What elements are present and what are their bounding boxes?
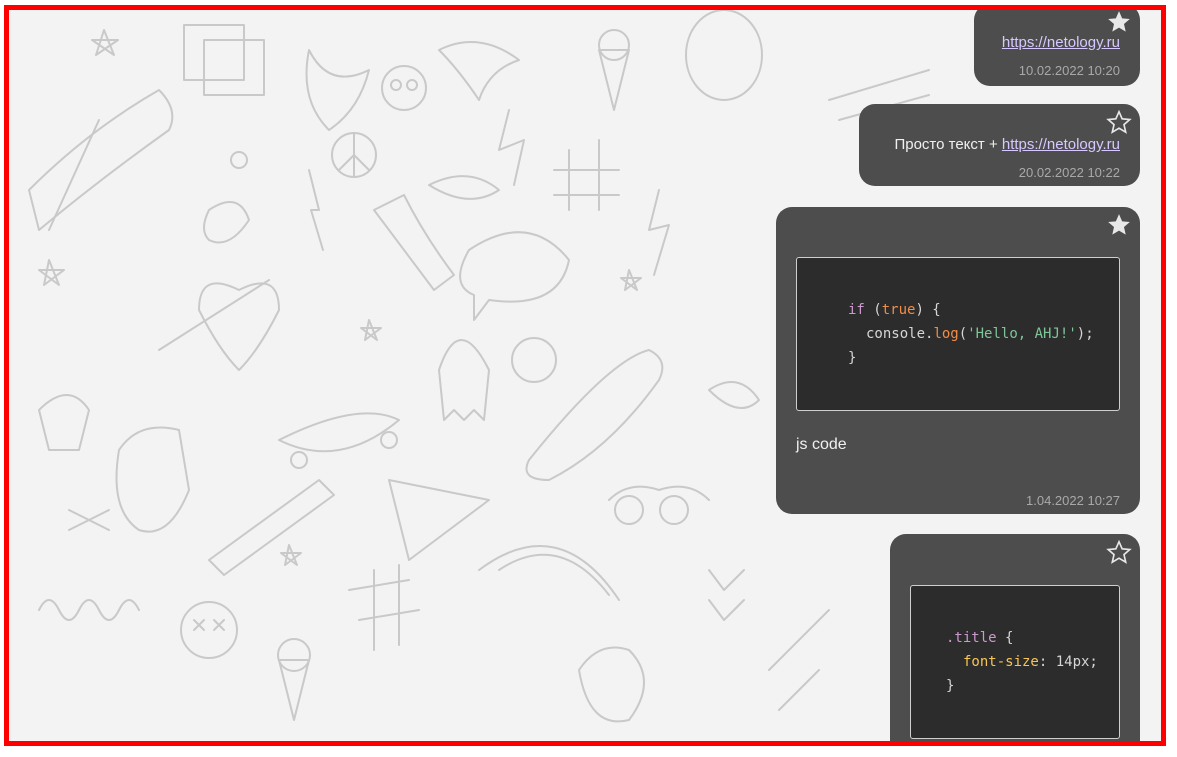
message-bubble-2: Просто текст + https://netology.ru 20.02… — [859, 104, 1140, 186]
message-link[interactable]: https://netology.ru — [1002, 34, 1120, 51]
star-outline-icon[interactable] — [1106, 539, 1132, 565]
code-block-js: if (true) { console.log('Hello, AHJ!'); … — [796, 257, 1120, 411]
code-value: 14px; — [1055, 654, 1098, 670]
code-keyword: if — [848, 302, 865, 318]
code-closing-brace: } — [946, 678, 955, 694]
code-string: 'Hello, AHJ!' — [967, 326, 1077, 342]
code-closing-brace: } — [848, 350, 857, 366]
chat-window: https://netology.ru 10.02.2022 10:20 Про… — [4, 5, 1166, 746]
message-bubble-1: https://netology.ru 10.02.2022 10:20 — [974, 10, 1140, 86]
message-bubble-4: .title { font-size: 14px; } — [890, 534, 1140, 741]
message-timestamp: 1.04.2022 10:27 — [1026, 493, 1120, 508]
code-function: log — [933, 326, 959, 342]
message-plain-text: Просто текст + — [894, 136, 1002, 153]
message-bubble-3: if (true) { console.log('Hello, AHJ!'); … — [776, 207, 1140, 514]
message-text: Просто текст + https://netology.ru — [894, 136, 1120, 153]
code-literal: true — [881, 302, 916, 318]
message-text: https://netology.ru — [1002, 34, 1120, 51]
code-block-css: .title { font-size: 14px; } — [910, 585, 1120, 739]
message-timestamp: 20.02.2022 10:22 — [1018, 165, 1120, 180]
message-timestamp: 10.02.2022 10:20 — [1018, 63, 1120, 78]
star-filled-icon[interactable] — [1106, 212, 1132, 238]
code-object: console — [866, 326, 926, 342]
message-link[interactable]: https://netology.ru — [1002, 136, 1120, 153]
code-property: font-size — [963, 654, 1039, 670]
code-selector: .title — [946, 630, 997, 646]
message-caption: js code — [796, 436, 847, 453]
star-outline-icon[interactable] — [1106, 109, 1132, 135]
star-filled-icon[interactable] — [1106, 10, 1132, 35]
